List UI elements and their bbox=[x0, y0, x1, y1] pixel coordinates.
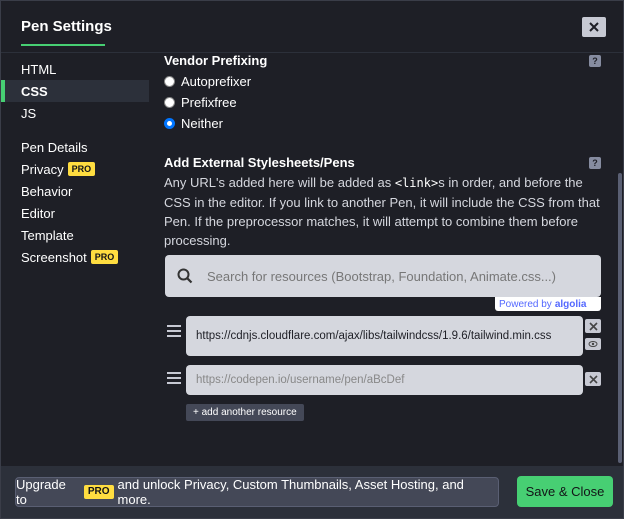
external-description: Any URL's added here will be added as <l… bbox=[164, 175, 600, 248]
save-close-button[interactable]: Save & Close bbox=[517, 476, 613, 507]
help-icon[interactable]: ? bbox=[589, 157, 601, 169]
resource-url-field[interactable]: https://cdnjs.cloudflare.com/ajax/libs/t… bbox=[186, 316, 583, 356]
pen-settings-modal: Pen Settings HTML CSS JS Pen Details Pri… bbox=[0, 0, 624, 519]
upgrade-button[interactable]: Upgrade to PRO and unlock Privacy, Custo… bbox=[15, 477, 499, 507]
remove-resource-button[interactable] bbox=[585, 319, 601, 333]
resource-url-field[interactable]: https://codepen.io/username/pen/aBcDef bbox=[186, 365, 583, 395]
close-icon bbox=[588, 374, 598, 384]
search-icon bbox=[177, 268, 193, 284]
search-input[interactable] bbox=[207, 268, 587, 284]
radio-button-checked[interactable] bbox=[164, 117, 175, 129]
sidebar-item-screenshot[interactable]: Screenshot PRO bbox=[1, 246, 149, 268]
scrollbar[interactable] bbox=[618, 173, 622, 463]
drag-handle-icon[interactable] bbox=[167, 325, 181, 340]
pro-badge: PRO bbox=[90, 250, 119, 264]
help-icon[interactable]: ? bbox=[589, 55, 601, 67]
radio-button[interactable] bbox=[164, 75, 175, 87]
powered-by-algolia: Powered by algolia bbox=[495, 297, 601, 311]
settings-content: Vendor Prefixing ? Autoprefixer Prefixfr… bbox=[149, 53, 623, 465]
resource-search bbox=[165, 255, 601, 297]
close-icon bbox=[588, 321, 598, 331]
pro-badge: PRO bbox=[67, 162, 96, 176]
modal-title: Pen Settings bbox=[21, 18, 112, 35]
sidebar-item-privacy[interactable]: Privacy PRO bbox=[1, 158, 149, 180]
view-resource-button[interactable] bbox=[585, 338, 601, 350]
close-button[interactable] bbox=[582, 17, 606, 37]
sidebar-item-pen-details[interactable]: Pen Details bbox=[1, 136, 149, 158]
radio-neither[interactable]: Neither bbox=[164, 115, 223, 131]
add-resource-button[interactable]: + add another resource bbox=[186, 404, 304, 421]
sidebar-item-template[interactable]: Template bbox=[1, 224, 149, 246]
modal-header: Pen Settings bbox=[1, 1, 623, 53]
vendor-prefixing-title: Vendor Prefixing bbox=[164, 53, 268, 68]
external-stylesheets-title: Add External Stylesheets/Pens bbox=[164, 155, 355, 170]
settings-sidebar: HTML CSS JS Pen Details Privacy PRO Behav… bbox=[1, 58, 149, 268]
pro-badge: PRO bbox=[83, 485, 114, 499]
sidebar-item-html[interactable]: HTML bbox=[1, 58, 149, 80]
modal-footer: Upgrade to PRO and unlock Privacy, Custo… bbox=[1, 466, 623, 518]
drag-handle-icon[interactable] bbox=[167, 372, 181, 387]
sidebar-item-editor[interactable]: Editor bbox=[1, 202, 149, 224]
remove-resource-button[interactable] bbox=[585, 372, 601, 386]
sidebar-item-css[interactable]: CSS bbox=[1, 80, 149, 102]
sidebar-item-behavior[interactable]: Behavior bbox=[1, 180, 149, 202]
eye-icon bbox=[588, 341, 598, 347]
radio-button[interactable] bbox=[164, 96, 175, 108]
title-underline bbox=[21, 44, 105, 46]
close-icon bbox=[589, 22, 599, 32]
radio-prefixfree[interactable]: Prefixfree bbox=[164, 94, 237, 110]
radio-autoprefixer[interactable]: Autoprefixer bbox=[164, 73, 251, 89]
sidebar-item-js[interactable]: JS bbox=[1, 102, 149, 124]
